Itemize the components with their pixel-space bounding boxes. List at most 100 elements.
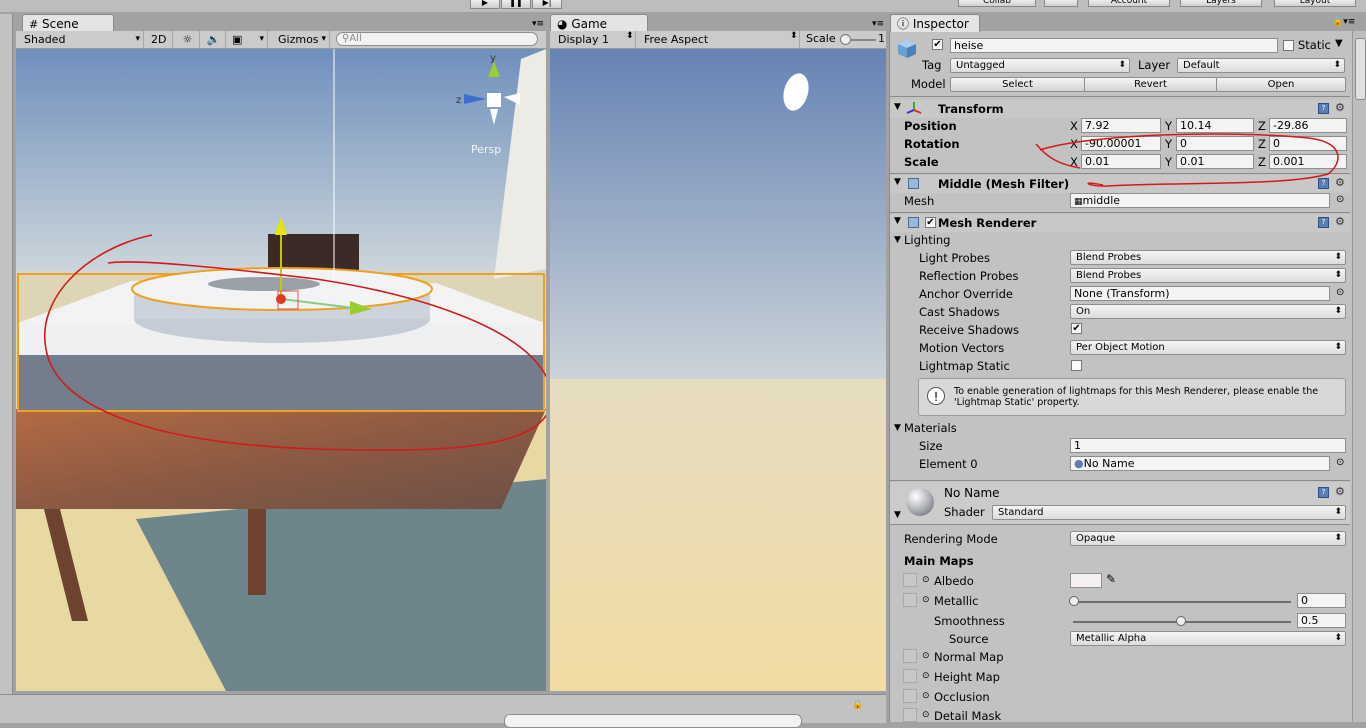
reflection-probes-dropdown[interactable]: Blend Probes [1070, 268, 1346, 283]
game-panel-menu[interactable]: ▾≡ [872, 19, 884, 29]
gear-icon[interactable]: ⚙ [1335, 101, 1345, 114]
tab-game[interactable]: ◕ Game [550, 14, 648, 32]
static-label: Static [1298, 38, 1331, 52]
lighting-toggle-icon[interactable]: ☼ [176, 31, 200, 48]
effects-dropdown-icon[interactable]: ▣ [228, 31, 268, 48]
static-checkbox[interactable] [1283, 40, 1294, 51]
metallic-picker-icon[interactable]: ⊙ [922, 595, 930, 605]
active-checkbox[interactable]: ✔ [932, 39, 943, 50]
metallic-slider-thumb[interactable] [1069, 596, 1079, 606]
light-probes-dropdown[interactable]: Blend Probes [1070, 250, 1346, 265]
select-button[interactable]: Select [950, 77, 1085, 92]
object-picker-icon[interactable]: ⊙ [1336, 194, 1344, 205]
metallic-value-field[interactable]: 0 [1297, 593, 1346, 608]
bottom-search-input[interactable] [504, 714, 802, 728]
position-label: Position [904, 119, 957, 133]
occlusion-texture-slot[interactable] [903, 689, 917, 703]
occlusion-picker-icon[interactable]: ⊙ [922, 691, 930, 701]
scene-panel-menu[interactable]: ▾≡ [532, 19, 544, 29]
foldout-arrow-icon[interactable]: ▼ [894, 423, 901, 433]
game-scale-label: Scale [806, 32, 836, 45]
gear-icon[interactable]: ⚙ [1335, 215, 1345, 228]
albedo-color-swatch[interactable] [1070, 573, 1102, 588]
anchor-override-field[interactable]: None (Transform) [1070, 286, 1330, 301]
divider [890, 524, 1350, 525]
aspect-dropdown[interactable]: Free Aspect [640, 31, 800, 48]
eyedropper-icon[interactable]: ✎ [1106, 572, 1116, 586]
pause-button[interactable]: ❚❚ [501, 0, 531, 9]
tab-scene[interactable]: # Scene [22, 14, 114, 32]
play-button[interactable]: ▶ [470, 0, 500, 9]
display-dropdown[interactable]: Display 1 [554, 31, 636, 48]
metallic-texture-slot[interactable] [903, 593, 917, 607]
shader-dropdown[interactable]: Standard [992, 505, 1346, 520]
account-button[interactable]: Account [1088, 0, 1170, 7]
normal-map-texture-slot[interactable] [903, 649, 917, 663]
inspector-scrollbar[interactable] [1352, 31, 1366, 722]
revert-button[interactable]: Revert [1084, 77, 1217, 92]
hierarchy-edge [0, 14, 13, 694]
open-button[interactable]: Open [1216, 77, 1346, 92]
tab-inspector[interactable]: ⓘ Inspector [890, 14, 980, 32]
source-label: Source [949, 632, 989, 646]
smoothness-value-field[interactable]: 0.5 [1297, 613, 1346, 628]
mesh-renderer-enabled-checkbox[interactable]: ✔ [925, 217, 936, 228]
albedo-texture-slot[interactable] [903, 573, 917, 587]
detail-mask-picker-icon[interactable]: ⊙ [922, 710, 930, 720]
info-icon: ⓘ [897, 17, 910, 31]
help-book-icon[interactable]: ? [1318, 103, 1329, 114]
element0-field[interactable]: ●No Name [1070, 456, 1330, 471]
gizmo-z-label: z [456, 95, 461, 106]
rendering-mode-dropdown[interactable]: Opaque [1070, 531, 1346, 546]
metallic-slider-track[interactable] [1073, 601, 1291, 603]
layers-button[interactable]: Layers [1180, 0, 1262, 7]
normal-map-picker-icon[interactable]: ⊙ [922, 651, 930, 661]
smoothness-slider-thumb[interactable] [1176, 616, 1186, 626]
persp-label: Persp [471, 143, 501, 156]
layer-label: Layer [1138, 58, 1171, 72]
object-picker-icon[interactable]: ⊙ [1336, 287, 1344, 298]
receive-shadows-checkbox[interactable]: ✔ [1071, 323, 1082, 334]
layout-button[interactable]: Layout [1274, 0, 1356, 7]
static-dropdown-arrow[interactable]: ▼ [1335, 38, 1343, 49]
cloud-button[interactable] [1044, 0, 1078, 7]
detail-mask-texture-slot[interactable] [903, 708, 917, 722]
height-map-texture-slot[interactable] [903, 669, 917, 683]
object-picker-icon[interactable]: ⊙ [1336, 457, 1344, 468]
tag-dropdown[interactable]: Untagged [950, 58, 1130, 73]
receive-shadows-label: Receive Shadows [919, 323, 1020, 337]
size-field[interactable]: 1 [1070, 438, 1346, 453]
source-dropdown[interactable]: Metallic Alpha [1070, 631, 1346, 646]
help-book-icon[interactable]: ? [1318, 217, 1329, 228]
scene-toolbar: Shaded 2D ☼ 🔈 ▣ Gizmos ⚲All [16, 31, 546, 49]
gear-icon[interactable]: ⚙ [1335, 485, 1345, 498]
scene-search-input[interactable]: ⚲All [336, 32, 538, 46]
game-viewport[interactable] [550, 49, 886, 691]
inspector-lock-icon[interactable]: 🔒▾≡ [1332, 17, 1355, 27]
info-circle-icon: ! [927, 387, 945, 405]
layer-dropdown[interactable]: Default [1177, 58, 1345, 73]
transform-header[interactable]: ▼ Transform [890, 100, 1350, 118]
lightmap-static-checkbox[interactable] [1071, 360, 1082, 371]
albedo-picker-icon[interactable]: ⊙ [922, 575, 930, 585]
game-scale-thumb[interactable] [840, 34, 851, 45]
lightmap-static-label: Lightmap Static [919, 359, 1010, 373]
help-book-icon[interactable]: ? [1318, 487, 1329, 498]
collab-button[interactable]: Collab [958, 0, 1036, 7]
audio-toggle-icon[interactable]: 🔈 [202, 31, 226, 48]
height-map-picker-icon[interactable]: ⊙ [922, 671, 930, 681]
lighting-label: Lighting [904, 233, 951, 247]
occlusion-label: Occlusion [934, 690, 990, 704]
scene-viewport[interactable]: y z Persp [16, 49, 546, 691]
cast-shadows-dropdown[interactable]: On [1070, 304, 1346, 319]
foldout-arrow-icon[interactable]: ▼ [894, 235, 901, 245]
2d-toggle[interactable]: 2D [147, 31, 173, 48]
scrollbar-thumb[interactable] [1355, 38, 1366, 100]
shading-dropdown[interactable]: Shaded [20, 31, 144, 48]
step-button[interactable]: ▶| [532, 0, 562, 9]
lock-icon[interactable]: 🔒 [852, 700, 863, 710]
mesh-field[interactable]: ▦middle [1070, 193, 1330, 208]
gizmos-dropdown[interactable]: Gizmos [274, 31, 330, 48]
motion-vectors-dropdown[interactable]: Per Object Motion [1070, 340, 1346, 355]
object-name-field[interactable]: heise [950, 38, 1278, 53]
